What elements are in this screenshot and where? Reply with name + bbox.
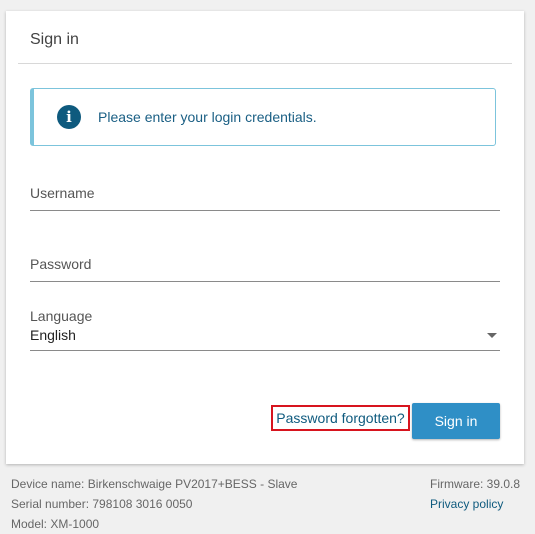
language-value: English — [30, 327, 76, 343]
username-field[interactable]: Username — [30, 185, 500, 211]
card-title: Sign in — [30, 31, 79, 48]
password-field[interactable]: Password — [30, 256, 500, 282]
language-select[interactable]: Language English — [30, 308, 500, 351]
password-forgotten-link[interactable]: Password forgotten? — [271, 405, 410, 431]
model: Model: XM-1000 — [11, 517, 100, 531]
username-label: Username — [30, 185, 95, 201]
info-alert: i Please enter your login credentials. — [30, 88, 496, 146]
language-label: Language — [30, 308, 93, 324]
serial-number: Serial number: 798108 3016 0050 — [11, 497, 193, 511]
device-name: Device name: Birkenschwaige PV2017+BESS … — [11, 477, 298, 491]
privacy-policy-link[interactable]: Privacy policy — [430, 494, 520, 514]
alert-text: Please enter your login credentials. — [98, 109, 317, 125]
info-icon: i — [57, 105, 81, 129]
sign-in-button[interactable]: Sign in — [412, 403, 500, 439]
login-card: Sign in i Please enter your login creden… — [6, 11, 524, 464]
divider — [18, 63, 512, 64]
device-info: Device name: Birkenschwaige PV2017+BESS … — [11, 474, 297, 534]
firmware-info: Firmware: 39.0.8 Privacy policy — [430, 474, 520, 514]
password-label: Password — [30, 256, 92, 272]
firmware-version: Firmware: 39.0.8 — [430, 477, 521, 491]
chevron-down-icon[interactable] — [487, 333, 497, 338]
